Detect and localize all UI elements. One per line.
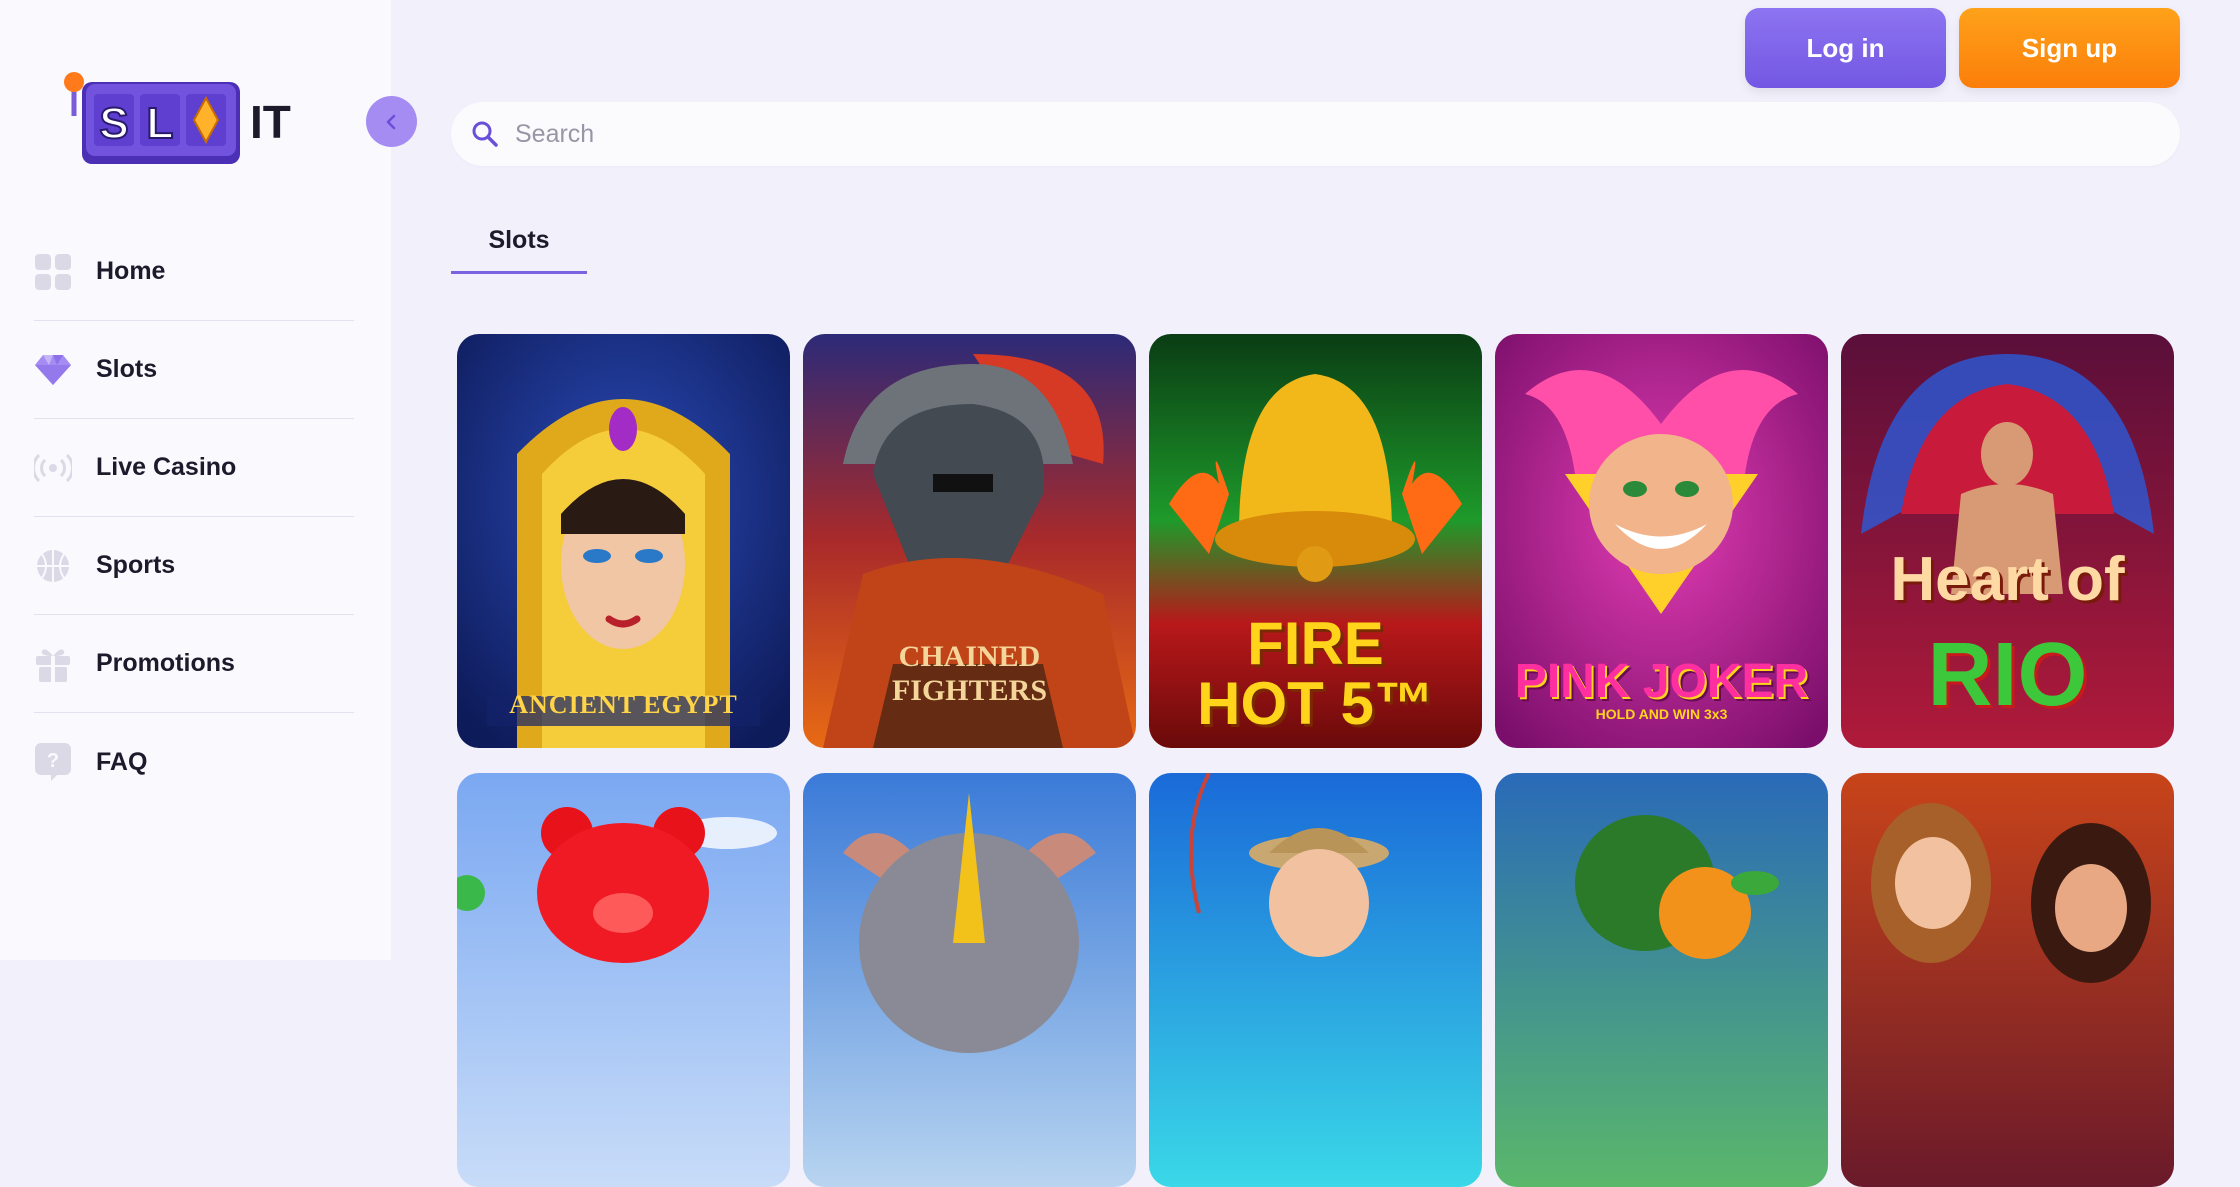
ball-icon bbox=[34, 547, 72, 585]
game-tile-rhino[interactable] bbox=[803, 773, 1136, 1187]
svg-text:S: S bbox=[99, 99, 128, 148]
gift-icon bbox=[34, 645, 72, 683]
sidebar: S L IT IT Home bbox=[0, 0, 417, 960]
game-tile-chained-fighters[interactable]: CHAINED FIGHTERS bbox=[803, 334, 1136, 748]
game-art bbox=[1495, 773, 1828, 1187]
grid-icon bbox=[34, 253, 72, 291]
game-title: PINK JOKER bbox=[1514, 655, 1809, 708]
broadcast-icon bbox=[34, 449, 72, 487]
sidebar-item-slots[interactable]: Slots bbox=[34, 321, 354, 419]
game-tile-ancient-egypt[interactable]: ANCIENT EGYPT bbox=[457, 334, 790, 748]
question-icon: ? bbox=[34, 743, 72, 781]
game-title: Heart of bbox=[1890, 545, 2125, 614]
sidebar-item-home[interactable]: Home bbox=[34, 223, 354, 321]
game-tile-fruits[interactable] bbox=[1495, 773, 1828, 1187]
chevron-left-icon bbox=[386, 114, 395, 129]
svg-text:?: ? bbox=[47, 750, 59, 772]
svg-text:L: L bbox=[147, 99, 174, 148]
sidebar-item-label: Live Casino bbox=[96, 453, 237, 481]
game-tile-pink-joker[interactable]: PINK JOKER HOLD AND WIN 3x3 bbox=[1495, 334, 1828, 748]
sidebar-item-label: FAQ bbox=[96, 747, 148, 776]
game-art bbox=[1149, 773, 1482, 1187]
game-title: ANCIENT EGYPT bbox=[509, 690, 738, 719]
signup-button[interactable]: Sign up bbox=[1959, 8, 2180, 88]
sidebar-item-live-casino[interactable]: Live Casino bbox=[34, 419, 354, 517]
sidebar-item-label: Sports bbox=[96, 551, 176, 579]
game-art bbox=[457, 773, 790, 1187]
search-icon bbox=[469, 118, 501, 150]
search-input[interactable] bbox=[513, 118, 2180, 150]
search-bar[interactable] bbox=[451, 102, 2180, 166]
game-title: CHAINED FIGHTERS bbox=[891, 640, 1048, 707]
collapse-sidebar-button[interactable] bbox=[366, 96, 417, 147]
tab-slots[interactable]: Slots bbox=[451, 226, 587, 274]
game-art bbox=[1841, 773, 2174, 1187]
diamond-icon bbox=[34, 351, 72, 389]
slotit-logo[interactable]: S L IT IT bbox=[60, 68, 310, 178]
sidebar-item-label: Home bbox=[96, 257, 166, 285]
game-tile-gummy-bear[interactable] bbox=[457, 773, 790, 1187]
game-tile-fisherman[interactable] bbox=[1149, 773, 1482, 1187]
sidebar-item-label: Promotions bbox=[96, 649, 235, 677]
login-button[interactable]: Log in bbox=[1745, 8, 1946, 88]
svg-text:IT: IT bbox=[250, 96, 291, 148]
game-title: FIRE HOT 5™ bbox=[1197, 610, 1434, 737]
sidebar-nav: Home Slots Live Casino Sports Promotions… bbox=[34, 223, 354, 811]
game-art bbox=[803, 773, 1136, 1187]
game-art bbox=[457, 334, 790, 748]
game-tile-two-ladies[interactable] bbox=[1841, 773, 2174, 1187]
sidebar-item-label: Slots bbox=[96, 355, 158, 383]
game-tile-heart-of-rio[interactable]: Heart of RIO bbox=[1841, 334, 2174, 748]
sidebar-item-promotions[interactable]: Promotions bbox=[34, 615, 354, 713]
game-title-2: RIO bbox=[1927, 625, 2088, 725]
game-grid: ANCIENT EGYPT CHAINED FIGHTERS FIRE HOT … bbox=[457, 334, 2175, 1187]
game-tile-fire-hot-5[interactable]: FIRE HOT 5™ bbox=[1149, 334, 1482, 748]
tab-label: Slots bbox=[488, 226, 550, 254]
sidebar-item-sports[interactable]: Sports bbox=[34, 517, 354, 615]
game-subtitle: HOLD AND WIN 3x3 bbox=[1595, 706, 1728, 722]
sidebar-item-faq[interactable]: ? FAQ bbox=[34, 713, 354, 811]
